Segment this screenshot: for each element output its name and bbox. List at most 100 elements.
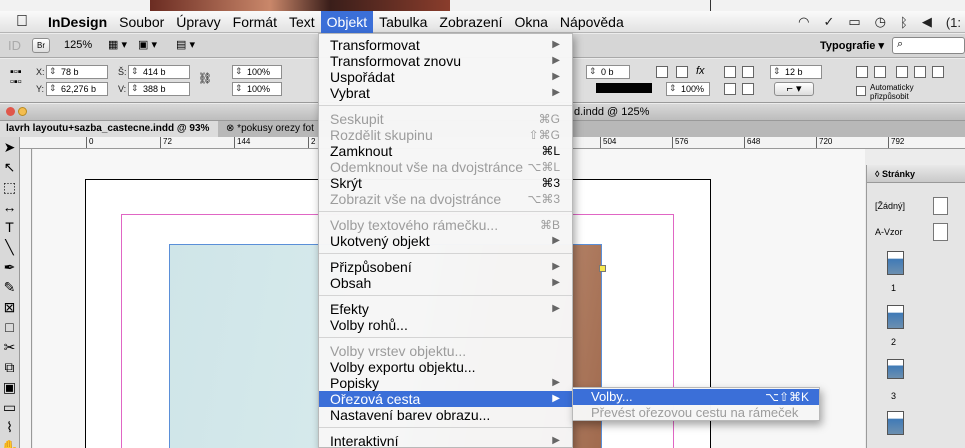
display-icon[interactable]: ▭ [848,14,860,30]
direct-selection-tool-icon[interactable]: ↖ [0,157,19,177]
menu-item-vybrat[interactable]: Vybrat ▶ [319,85,572,101]
bridge-icon[interactable]: Br [32,38,50,53]
submenu-item-prevest[interactable]: Převést ořezovou cestu na rámeček [573,405,819,421]
fill-frame-icon[interactable] [914,66,926,78]
menu-item-popisky[interactable]: Popisky ▶ [319,375,572,391]
menu-item-nastaveni-barev[interactable]: Nastavení barev obrazu... [319,407,572,423]
menu-okna[interactable]: Okna [508,11,553,33]
constrain-proportions-icon[interactable]: ⛓ [198,72,212,85]
center-content-icon[interactable] [896,66,908,78]
menu-item-transformovat-znovu[interactable]: Transformovat znovu ▶ [319,53,572,69]
page-thumbnail-1[interactable] [887,251,904,275]
close-tab-icon[interactable]: ⊗ [226,123,237,134]
menu-item-volby-vrstev[interactable]: Volby vrstev objektu... [319,343,572,359]
opacity-field[interactable]: 100% [666,82,710,96]
apple-icon[interactable]:  [0,13,44,31]
submenu-item-volby[interactable]: Volby... ⌥⇧⌘K [573,389,819,405]
eyedropper-tool-icon[interactable]: ⌇ [0,417,19,437]
wrap-icon[interactable] [724,83,736,95]
volume-icon[interactable]: ◀ [922,14,932,30]
menu-text[interactable]: Text [283,11,321,33]
menu-item-zobrazit-vse[interactable]: Zobrazit vše na dvojstránce ⌥⌘3 [319,191,572,207]
stroke-type-swatch[interactable] [596,83,652,93]
y-field[interactable]: 62,276 b [46,82,108,96]
effects-icon[interactable]: fx [696,65,705,77]
menu-item-prizpusobeni[interactable]: Přizpůsobení ▶ [319,259,572,275]
menu-item-volby-textoveho-ramecku[interactable]: Volby textového rámečku... ⌘B [319,217,572,233]
arrange-icon[interactable]: ▤ ▾ [176,38,195,51]
hand-tool-icon[interactable]: ✋ [0,437,19,448]
menu-objekt[interactable]: Objekt [320,10,374,33]
autofit-checkbox[interactable] [856,86,866,96]
menu-tabulka[interactable]: Tabulka [373,11,433,33]
pen-tool-icon[interactable]: ✒ [0,257,19,277]
distribute-icon[interactable] [742,66,754,78]
close-window-button[interactable] [6,107,15,116]
tab-layout-document[interactable]: lavrh layoutu+sazba_castecne.indd @ 93% [0,121,218,137]
menu-item-obsah[interactable]: Obsah ▶ [319,275,572,291]
menu-item-volby-exportu[interactable]: Volby exportu objektu... [319,359,572,375]
search-field[interactable]: ⌕ [892,37,965,54]
align-icon[interactable] [724,66,736,78]
menu-item-usporadat[interactable]: Uspořádat ▶ [319,69,572,85]
checkmark-icon[interactable]: ✓ [823,14,834,30]
reference-point-icon[interactable]: ▪▫▪ ▫▪▫ [10,67,22,88]
vertical-ruler[interactable] [20,149,32,448]
gradient-tool-icon[interactable]: ▣ [0,377,19,397]
line-tool-icon[interactable]: ╲ [0,237,19,257]
menu-item-transformovat[interactable]: Transformovat ▶ [319,37,572,53]
menu-zobrazeni[interactable]: Zobrazení [433,11,508,33]
menu-item-seskupit[interactable]: Seskupit ⌘G [319,111,572,127]
menu-app[interactable]: InDesign [44,11,113,33]
menu-item-zamknout[interactable]: Zamknout ⌘L [319,143,572,159]
master-none-thumb[interactable] [933,197,948,215]
frame-view-icon[interactable]: ▦ ▾ [108,38,127,51]
page-tool-icon[interactable]: ⬚ [0,177,19,197]
scale-y-field[interactable]: 100% [232,82,282,96]
frame-handle[interactable] [599,265,606,272]
master-a-vzor[interactable]: A-Vzor [875,227,903,237]
frame-fitting-icon[interactable] [656,66,668,78]
corner-size-field[interactable]: 12 b [770,65,822,79]
width-field[interactable]: 414 b [128,65,190,79]
fit-frame-icon[interactable] [874,66,886,78]
free-transform-tool-icon[interactable]: ⧉ [0,357,19,377]
scissors-tool-icon[interactable]: ✂ [0,337,19,357]
time-machine-icon[interactable]: ◷ [875,14,886,30]
menu-item-skryt[interactable]: Skrýt ⌘3 [319,175,572,191]
page-thumbnail-4[interactable] [887,411,904,435]
master-a-thumb[interactable] [933,223,948,241]
menu-item-volby-rohu[interactable]: Volby rohů... [319,317,572,333]
fit-content-icon[interactable] [856,66,868,78]
pencil-tool-icon[interactable]: ✎ [0,277,19,297]
tab-pokusy-orezy[interactable]: ⊗ *pokusy orezy fot [220,121,318,137]
master-none[interactable]: [Žádný] [875,201,905,211]
screen-mode-icon[interactable]: ▣ ▾ [138,38,157,51]
menu-item-odemknout-vse[interactable]: Odemknout vše na dvojstránce ⌥⌘L [319,159,572,175]
type-tool-icon[interactable]: T [0,217,19,237]
menu-format[interactable]: Formát [227,11,283,33]
rectangle-frame-tool-icon[interactable]: ⊠ [0,297,19,317]
selection-tool-icon[interactable]: ➤ [0,137,19,157]
menu-item-efekty[interactable]: Efekty ▶ [319,301,572,317]
menu-item-rozdelit-skupinu[interactable]: Rozdělit skupinu ⇧⌘G [319,127,572,143]
rectangle-tool-icon[interactable]: □ [0,317,19,337]
workspace-switcher[interactable]: Typografie ▾ [820,39,884,52]
page-thumbnail-2[interactable] [887,305,904,329]
x-field[interactable]: 78 b [46,65,108,79]
zoom-level[interactable]: 125% [64,39,92,51]
gap-tool-icon[interactable]: ↔ [0,197,19,217]
menu-napoveda[interactable]: Nápověda [554,11,630,33]
note-tool-icon[interactable]: ▭ [0,397,19,417]
menu-upravy[interactable]: Úpravy [170,11,226,33]
clock[interactable]: (1: [946,15,961,30]
stroke-weight-field[interactable]: 0 b [586,65,630,79]
menu-item-ukotveny-objekt[interactable]: Ukotvený objekt ▶ [319,233,572,249]
minimize-window-button[interactable] [18,107,27,116]
bluetooth-icon[interactable]: ᛒ [900,15,908,30]
menu-soubor[interactable]: Soubor [113,11,170,33]
text-wrap-icon[interactable] [742,83,754,95]
height-field[interactable]: 388 b [128,82,190,96]
page-thumbnail-3[interactable] [887,359,904,379]
pages-panel-title[interactable]: ◊ Stránky [867,165,965,183]
